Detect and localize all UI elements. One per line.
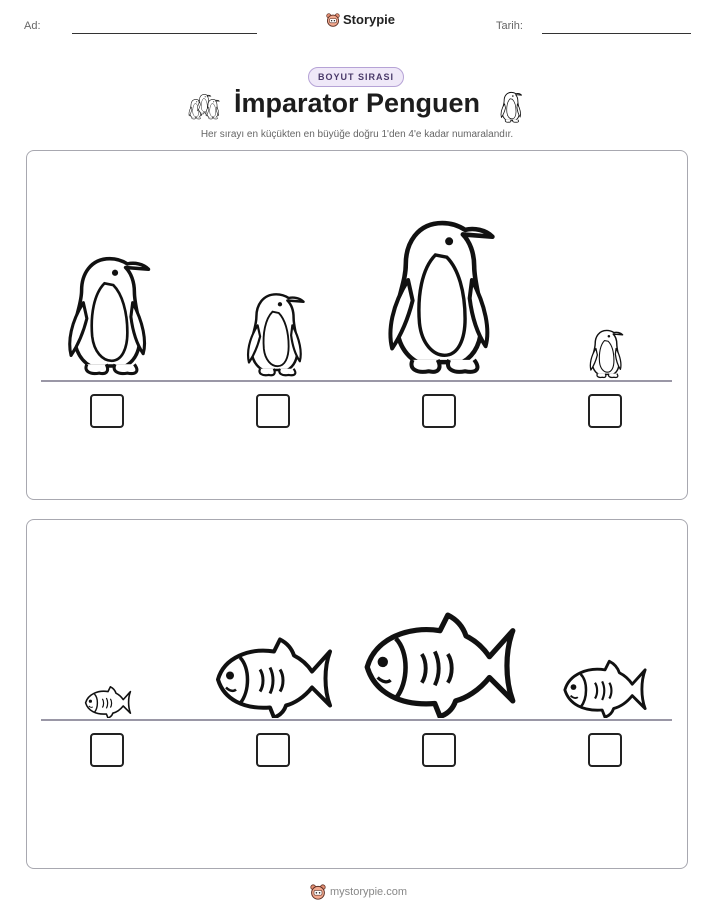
name-field[interactable] [72,33,257,34]
fish-smallest [84,686,132,718]
footer: mystorypie.com [310,884,407,900]
fish-number-box-1[interactable] [90,733,124,767]
penguin-medium-small [246,293,305,377]
bear-icon [326,13,340,27]
fish-number-box-4[interactable] [588,733,622,767]
penguin-number-box-2[interactable] [256,394,290,428]
penguin-largest [383,213,497,379]
brand-name: Storypie [343,12,396,27]
penguin-number-box-1[interactable] [90,394,124,428]
fish-number-box-3[interactable] [422,733,456,767]
penguin-number-box-4[interactable] [588,394,622,428]
fish-row-ground-line [41,719,672,721]
date-field[interactable] [542,33,691,34]
category-badge: BOYUT SIRASI [308,67,404,87]
footer-url[interactable]: mystorypie.com [330,886,407,898]
penguin-medium-large [67,256,151,376]
fish-medium-small [563,659,647,718]
instructions: Her sırayı en küçükten en büyüğe doğru 1… [200,129,514,140]
brand-logo: Storypie [326,12,395,27]
penguin-smallest [589,329,624,379]
bear-icon [310,884,326,900]
page-title: İmparator Penguen [233,88,481,118]
penguin-icon [500,91,522,123]
penguin-row-ground-line [41,380,672,382]
date-label: Tarih: [496,20,523,32]
penguin-number-box-3[interactable] [422,394,456,428]
name-label: Ad: [24,20,41,32]
fish-medium-large [214,637,334,718]
fish-largest [362,611,518,718]
fish-number-box-2[interactable] [256,733,290,767]
